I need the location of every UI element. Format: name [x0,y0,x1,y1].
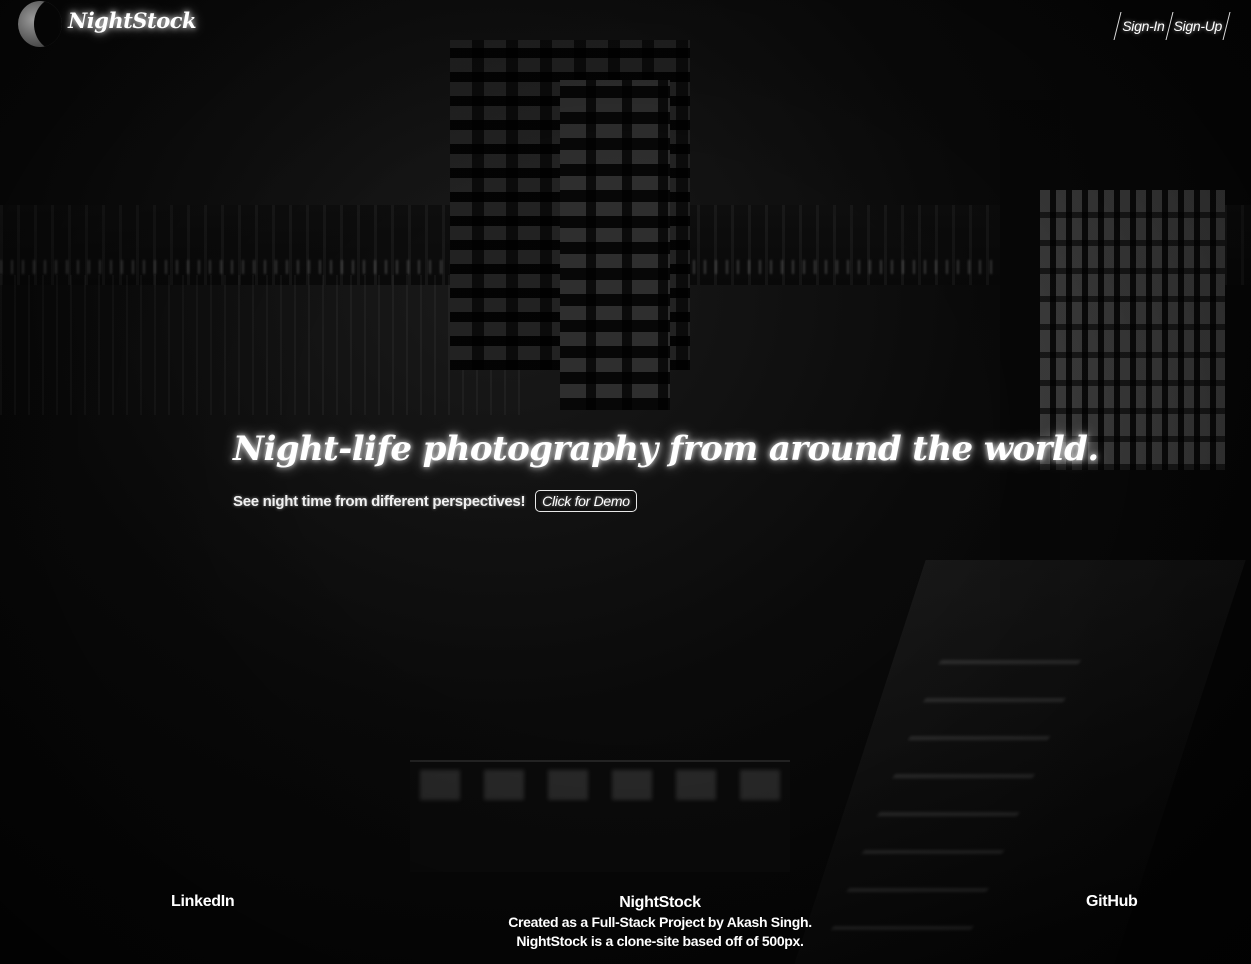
hero-title: Night-life photography from around the w… [233,429,1099,469]
divider-slash [1165,12,1174,40]
github-link[interactable]: GitHub [1086,893,1138,911]
divider-slash [1113,12,1122,40]
footer-note: NightStock is a clone-site based off of … [516,933,804,949]
site-footer: LinkedIn NightStock Created as a Full-St… [0,888,1251,964]
linkedin-link[interactable]: LinkedIn [171,893,235,911]
footer-brand: NightStock [619,894,701,911]
footer-center: NightStock Created as a Full-Stack Proje… [425,893,895,951]
hero-subline: See night time from different perspectiv… [233,490,993,512]
hero-tagline: See night time from different perspectiv… [233,492,526,510]
hero-section: Night-life photography from around the w… [233,422,1099,512]
site-header: NightStock Sign-In Sign-Up [0,0,1251,48]
sign-in-link[interactable]: Sign-In [1122,18,1165,34]
demo-button[interactable]: Click for Demo [535,490,637,512]
moon-icon [18,1,62,47]
auth-nav: Sign-In Sign-Up [1113,12,1231,40]
divider-slash [1222,12,1231,40]
brand-logo-link[interactable]: NightStock [68,8,197,33]
footer-credit: Created as a Full-Stack Project by Akash… [508,914,812,930]
sign-up-link[interactable]: Sign-Up [1174,18,1223,34]
